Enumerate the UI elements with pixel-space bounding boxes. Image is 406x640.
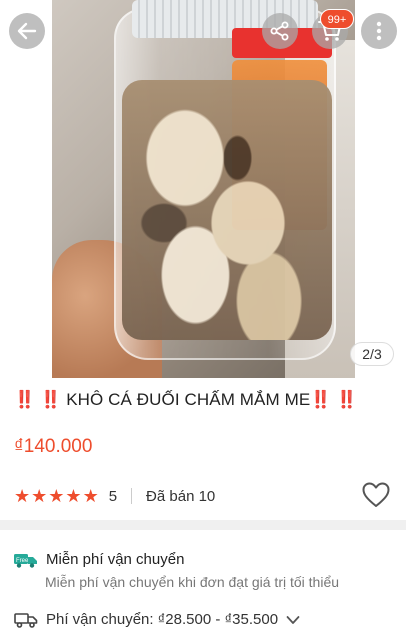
- free-shipping-title: Miễn phí vận chuyển: [46, 551, 185, 568]
- share-icon: [270, 21, 289, 41]
- title-prefix-emoji: ‼️ ‼️: [14, 390, 62, 409]
- rating-row[interactable]: ★ ★ ★ ★ ★ 5 Đã bán 10: [14, 484, 394, 508]
- product-image-gallery[interactable]: 99+ 2/3: [0, 0, 406, 378]
- more-vertical-icon: [376, 21, 382, 41]
- star-icon: ★: [48, 485, 65, 506]
- rating-value: 5: [108, 487, 118, 505]
- product-photo[interactable]: [52, 0, 355, 378]
- title-text: KHÔ CÁ ĐUỐI CHẤM MẮM ME: [66, 390, 311, 409]
- free-shipping-subtitle: Miễn phí vận chuyển khi đơn đạt giá trị …: [45, 574, 340, 590]
- back-button[interactable]: [9, 13, 45, 49]
- share-button[interactable]: [262, 13, 298, 49]
- heart-outline-icon[interactable]: [362, 482, 390, 508]
- image-counter: 2/3: [350, 342, 394, 366]
- star-icon: ★: [14, 485, 31, 506]
- divider: [131, 488, 133, 504]
- cart-count-badge: 99+: [320, 9, 354, 29]
- product-price: ₫140.000: [14, 436, 93, 457]
- arrow-left-icon: [17, 22, 37, 40]
- sold-count: Đã bán 10: [146, 487, 216, 505]
- chevron-down-icon[interactable]: [286, 615, 300, 625]
- shipping-fee-label: Phí vận chuyển:: [46, 611, 154, 628]
- star-icon: ★: [65, 485, 82, 506]
- shipping-fee-value: ₫28.500 - ₫35.500: [157, 611, 279, 628]
- shipping-fee-row[interactable]: Phí vận chuyển: ₫28.500 - ₫35.500: [14, 611, 300, 628]
- dried-fish: [122, 80, 332, 340]
- section-divider: [0, 520, 406, 530]
- svg-text:Free: Free: [16, 558, 29, 564]
- star-icon: ★: [82, 485, 99, 506]
- product-title: ‼️ ‼️ KHÔ CÁ ĐUỐI CHẤM MẮM ME‼️ ‼️: [14, 390, 394, 410]
- truck-icon: [14, 612, 38, 628]
- more-options-button[interactable]: [361, 13, 397, 49]
- shipping-section[interactable]: Free Miễn phí vận chuyển Miễn phí vận ch…: [14, 551, 394, 590]
- title-suffix-emoji: ‼️ ‼️: [310, 390, 358, 409]
- star-icon: ★: [31, 485, 48, 506]
- free-ship-truck-icon: Free: [14, 553, 37, 568]
